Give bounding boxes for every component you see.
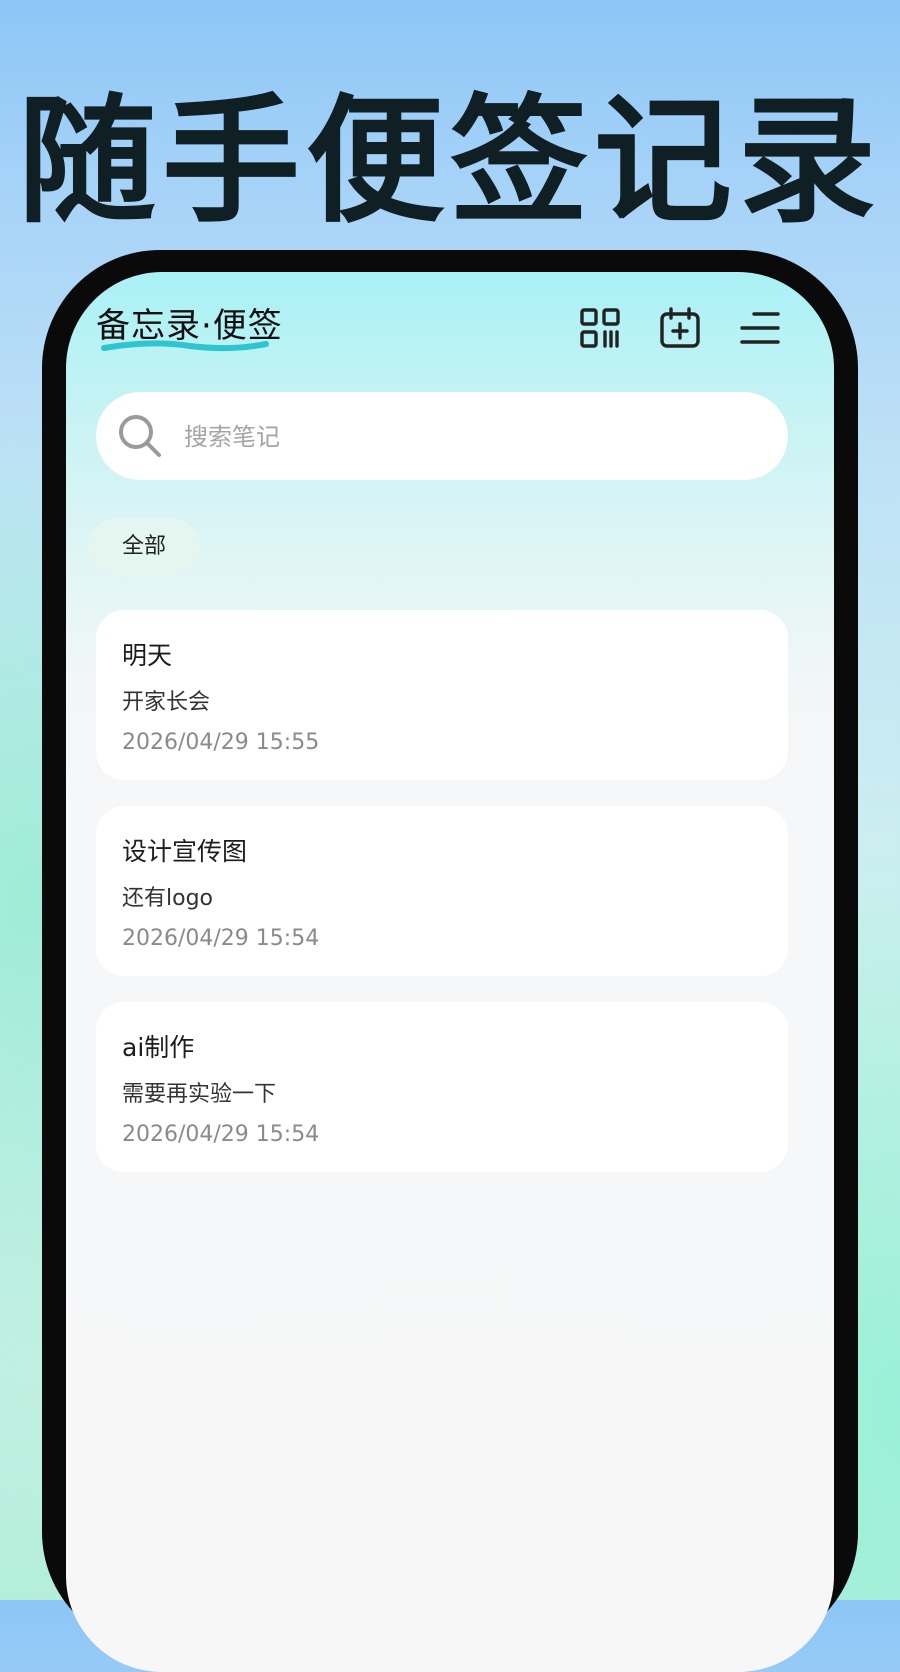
- note-card[interactable]: 设计宣传图 还有logo 2026/04/29 15:54: [96, 806, 788, 976]
- search-bar[interactable]: [96, 392, 788, 480]
- note-title: ai制作: [122, 1033, 195, 1062]
- note-card[interactable]: ai制作 需要再实验一下 2026/04/29 15:54: [96, 1002, 788, 1172]
- qr-code-icon[interactable]: [578, 306, 622, 350]
- note-title: 设计宣传图: [122, 837, 248, 866]
- search-input[interactable]: [182, 416, 746, 458]
- search-icon: [116, 412, 164, 460]
- phone-frame: 备忘录·便签 搜索笔记 全部 明天 开家长会 2026/04/29 15:55 …: [42, 250, 858, 1672]
- promo-headline: 随手便签记录: [17, 81, 882, 242]
- note-body: 开家长会: [122, 690, 211, 715]
- note-body: 需要再实验一下: [122, 1082, 277, 1107]
- filter-chip-all[interactable]: 全部: [88, 518, 200, 576]
- note-body: 还有logo: [122, 886, 213, 911]
- note-card[interactable]: 明天 开家长会 2026/04/29 15:55: [96, 610, 788, 780]
- calendar-add-icon[interactable]: [658, 306, 702, 350]
- note-timestamp: 2026/04/29 15:54: [122, 1122, 320, 1147]
- note-timestamp: 2026/04/29 15:54: [122, 926, 320, 951]
- title-underline: [101, 340, 269, 352]
- app-screen: 备忘录·便签 搜索笔记 全部 明天 开家长会 2026/04/29 15:55 …: [66, 272, 834, 1672]
- menu-icon[interactable]: [738, 306, 782, 350]
- note-timestamp: 2026/04/29 15:55: [122, 730, 320, 755]
- note-title: 明天: [122, 641, 173, 670]
